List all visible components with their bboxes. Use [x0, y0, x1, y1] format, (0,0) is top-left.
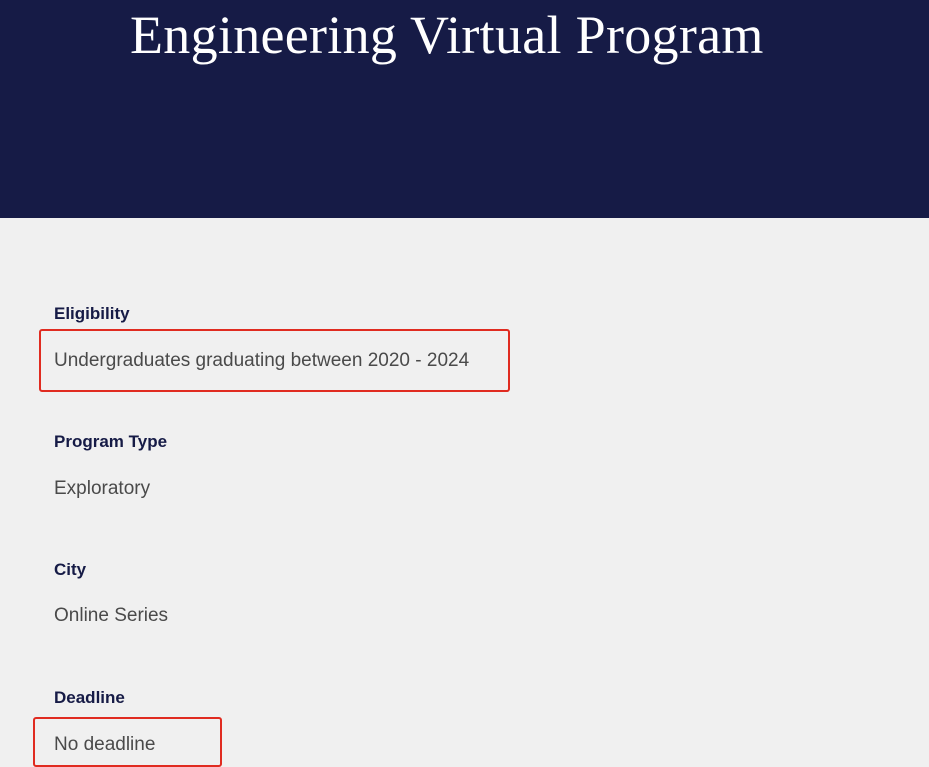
eligibility-highlight-box — [39, 329, 510, 392]
deadline-label: Deadline — [54, 688, 125, 707]
eligibility-label: Eligibility — [54, 304, 130, 323]
program-type-label: Program Type — [54, 432, 168, 451]
program-type-value: Exploratory — [54, 478, 151, 499]
city-value: Online Series — [54, 605, 169, 626]
program-details: Eligibility Undergraduates graduating be… — [0, 218, 929, 767]
page-title: Engineering Virtual Program — [130, 5, 764, 65]
deadline-highlight-box — [33, 717, 222, 767]
hero-banner: Engineering Virtual Program — [0, 0, 929, 218]
city-label: City — [54, 560, 87, 579]
